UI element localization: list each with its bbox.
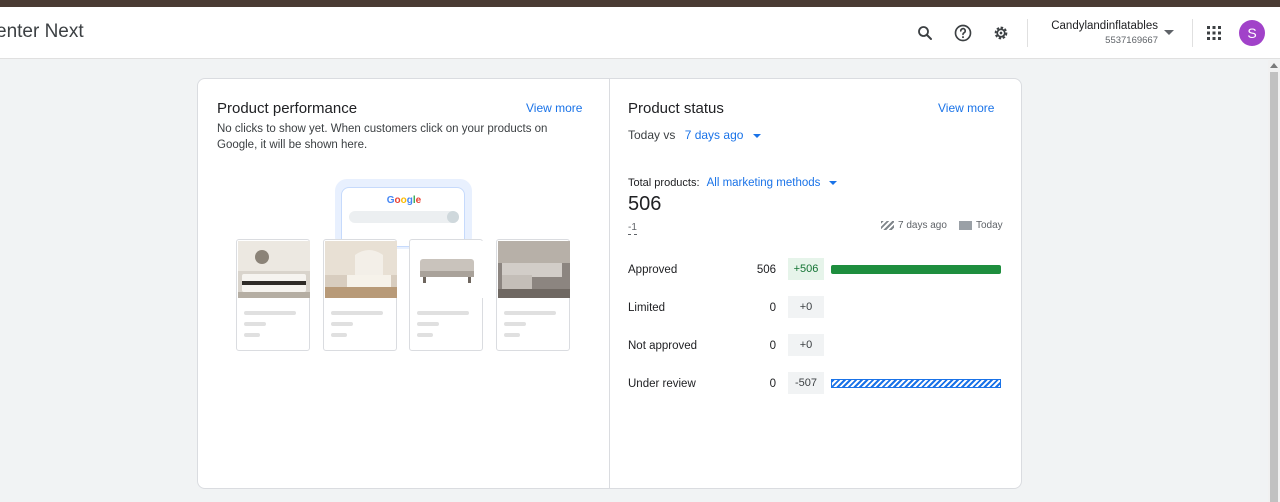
account-dropdown-icon[interactable] xyxy=(1164,30,1174,35)
compare-period-dropdown[interactable]: 7 days ago xyxy=(685,128,744,142)
total-products-row: Total products: All marketing methods xyxy=(628,177,838,189)
total-products-count: 506 xyxy=(628,193,662,215)
account-switcher[interactable]: Candylandinflatables 5537169667 xyxy=(1030,20,1158,46)
placeholder-line xyxy=(244,322,266,326)
status-delta: -507 xyxy=(788,372,824,394)
placeholder-line xyxy=(504,311,556,315)
placeholder-line xyxy=(331,311,383,315)
apps-grid-icon[interactable] xyxy=(1201,20,1227,46)
product-card-illustration xyxy=(236,239,310,351)
status-row-not-approved[interactable]: Not approved 0 +0 xyxy=(628,334,1008,358)
product-card-illustration xyxy=(496,239,570,351)
sectional-sofa-image xyxy=(498,241,570,298)
bed-image xyxy=(325,241,397,298)
status-view-more-link[interactable]: View more xyxy=(938,101,994,115)
legend-previous: 7 days ago xyxy=(881,220,947,231)
legend-today: Today xyxy=(959,220,1003,231)
total-products-delta[interactable]: -1 xyxy=(628,222,637,235)
status-row-under-review[interactable]: Under review 0 -507 xyxy=(628,372,1008,396)
scroll-up-arrow-icon[interactable] xyxy=(1270,63,1278,68)
status-title: Product status xyxy=(628,100,724,117)
hatched-swatch-icon xyxy=(881,221,894,230)
placeholder-line xyxy=(331,322,353,326)
today-vs-label: Today vs xyxy=(628,128,676,142)
page-scrollbar[interactable] xyxy=(1268,60,1280,502)
status-bar xyxy=(831,379,1001,388)
header-divider xyxy=(1192,19,1193,47)
google-logo: Google xyxy=(386,195,422,206)
settings-icon[interactable] xyxy=(988,20,1014,46)
account-id: 5537169667 xyxy=(1105,35,1158,46)
performance-description: No clicks to show yet. When customers cl… xyxy=(217,123,548,151)
avatar[interactable]: S xyxy=(1239,20,1265,46)
performance-title: Product performance xyxy=(217,100,358,117)
browser-top-strip xyxy=(0,0,1280,7)
sofa-image xyxy=(238,241,310,298)
product-card-illustration xyxy=(323,239,397,351)
header-divider xyxy=(1027,19,1028,47)
phone-screen: Google xyxy=(341,187,465,247)
account-name: Candylandinflatables xyxy=(1051,20,1158,32)
product-card-illustration xyxy=(409,239,483,351)
placeholder-line xyxy=(417,311,469,315)
placeholder-line xyxy=(244,311,296,315)
placeholder-line xyxy=(504,333,520,337)
search-bar-illustration xyxy=(349,211,459,223)
solid-swatch-icon xyxy=(959,221,972,230)
overview-card: Product performance View more No clicks … xyxy=(197,78,1022,489)
placeholder-line xyxy=(331,333,347,337)
placeholder-line xyxy=(417,333,433,337)
scroll-thumb[interactable] xyxy=(1270,72,1278,502)
placeholder-line xyxy=(504,322,526,326)
status-delta: +0 xyxy=(788,334,824,356)
search-icon[interactable] xyxy=(912,20,938,46)
help-icon[interactable] xyxy=(950,20,976,46)
placeholder-line xyxy=(417,322,439,326)
status-row-approved[interactable]: Approved 506 +506 xyxy=(628,258,1008,282)
app-title: enter Next xyxy=(0,21,84,42)
status-bar xyxy=(831,265,1001,274)
ottoman-image xyxy=(411,241,483,298)
performance-view-more-link[interactable]: View more xyxy=(526,101,582,115)
marketing-methods-dropdown[interactable]: All marketing methods xyxy=(707,177,821,189)
product-status-panel: Product status View more Today vs 7 days… xyxy=(609,79,1021,488)
placeholder-line xyxy=(244,333,260,337)
comparison-selector: Today vs 7 days ago xyxy=(628,128,761,142)
compare-period-dropdown-icon[interactable] xyxy=(752,133,761,138)
app-header: enter Next Candylandinflatables 55371696… xyxy=(0,7,1280,59)
total-products-label: Total products: xyxy=(628,177,700,189)
marketing-methods-dropdown-icon[interactable] xyxy=(829,181,838,186)
status-delta: +0 xyxy=(788,296,824,318)
status-delta: +506 xyxy=(788,258,824,280)
status-row-limited[interactable]: Limited 0 +0 xyxy=(628,296,1008,320)
